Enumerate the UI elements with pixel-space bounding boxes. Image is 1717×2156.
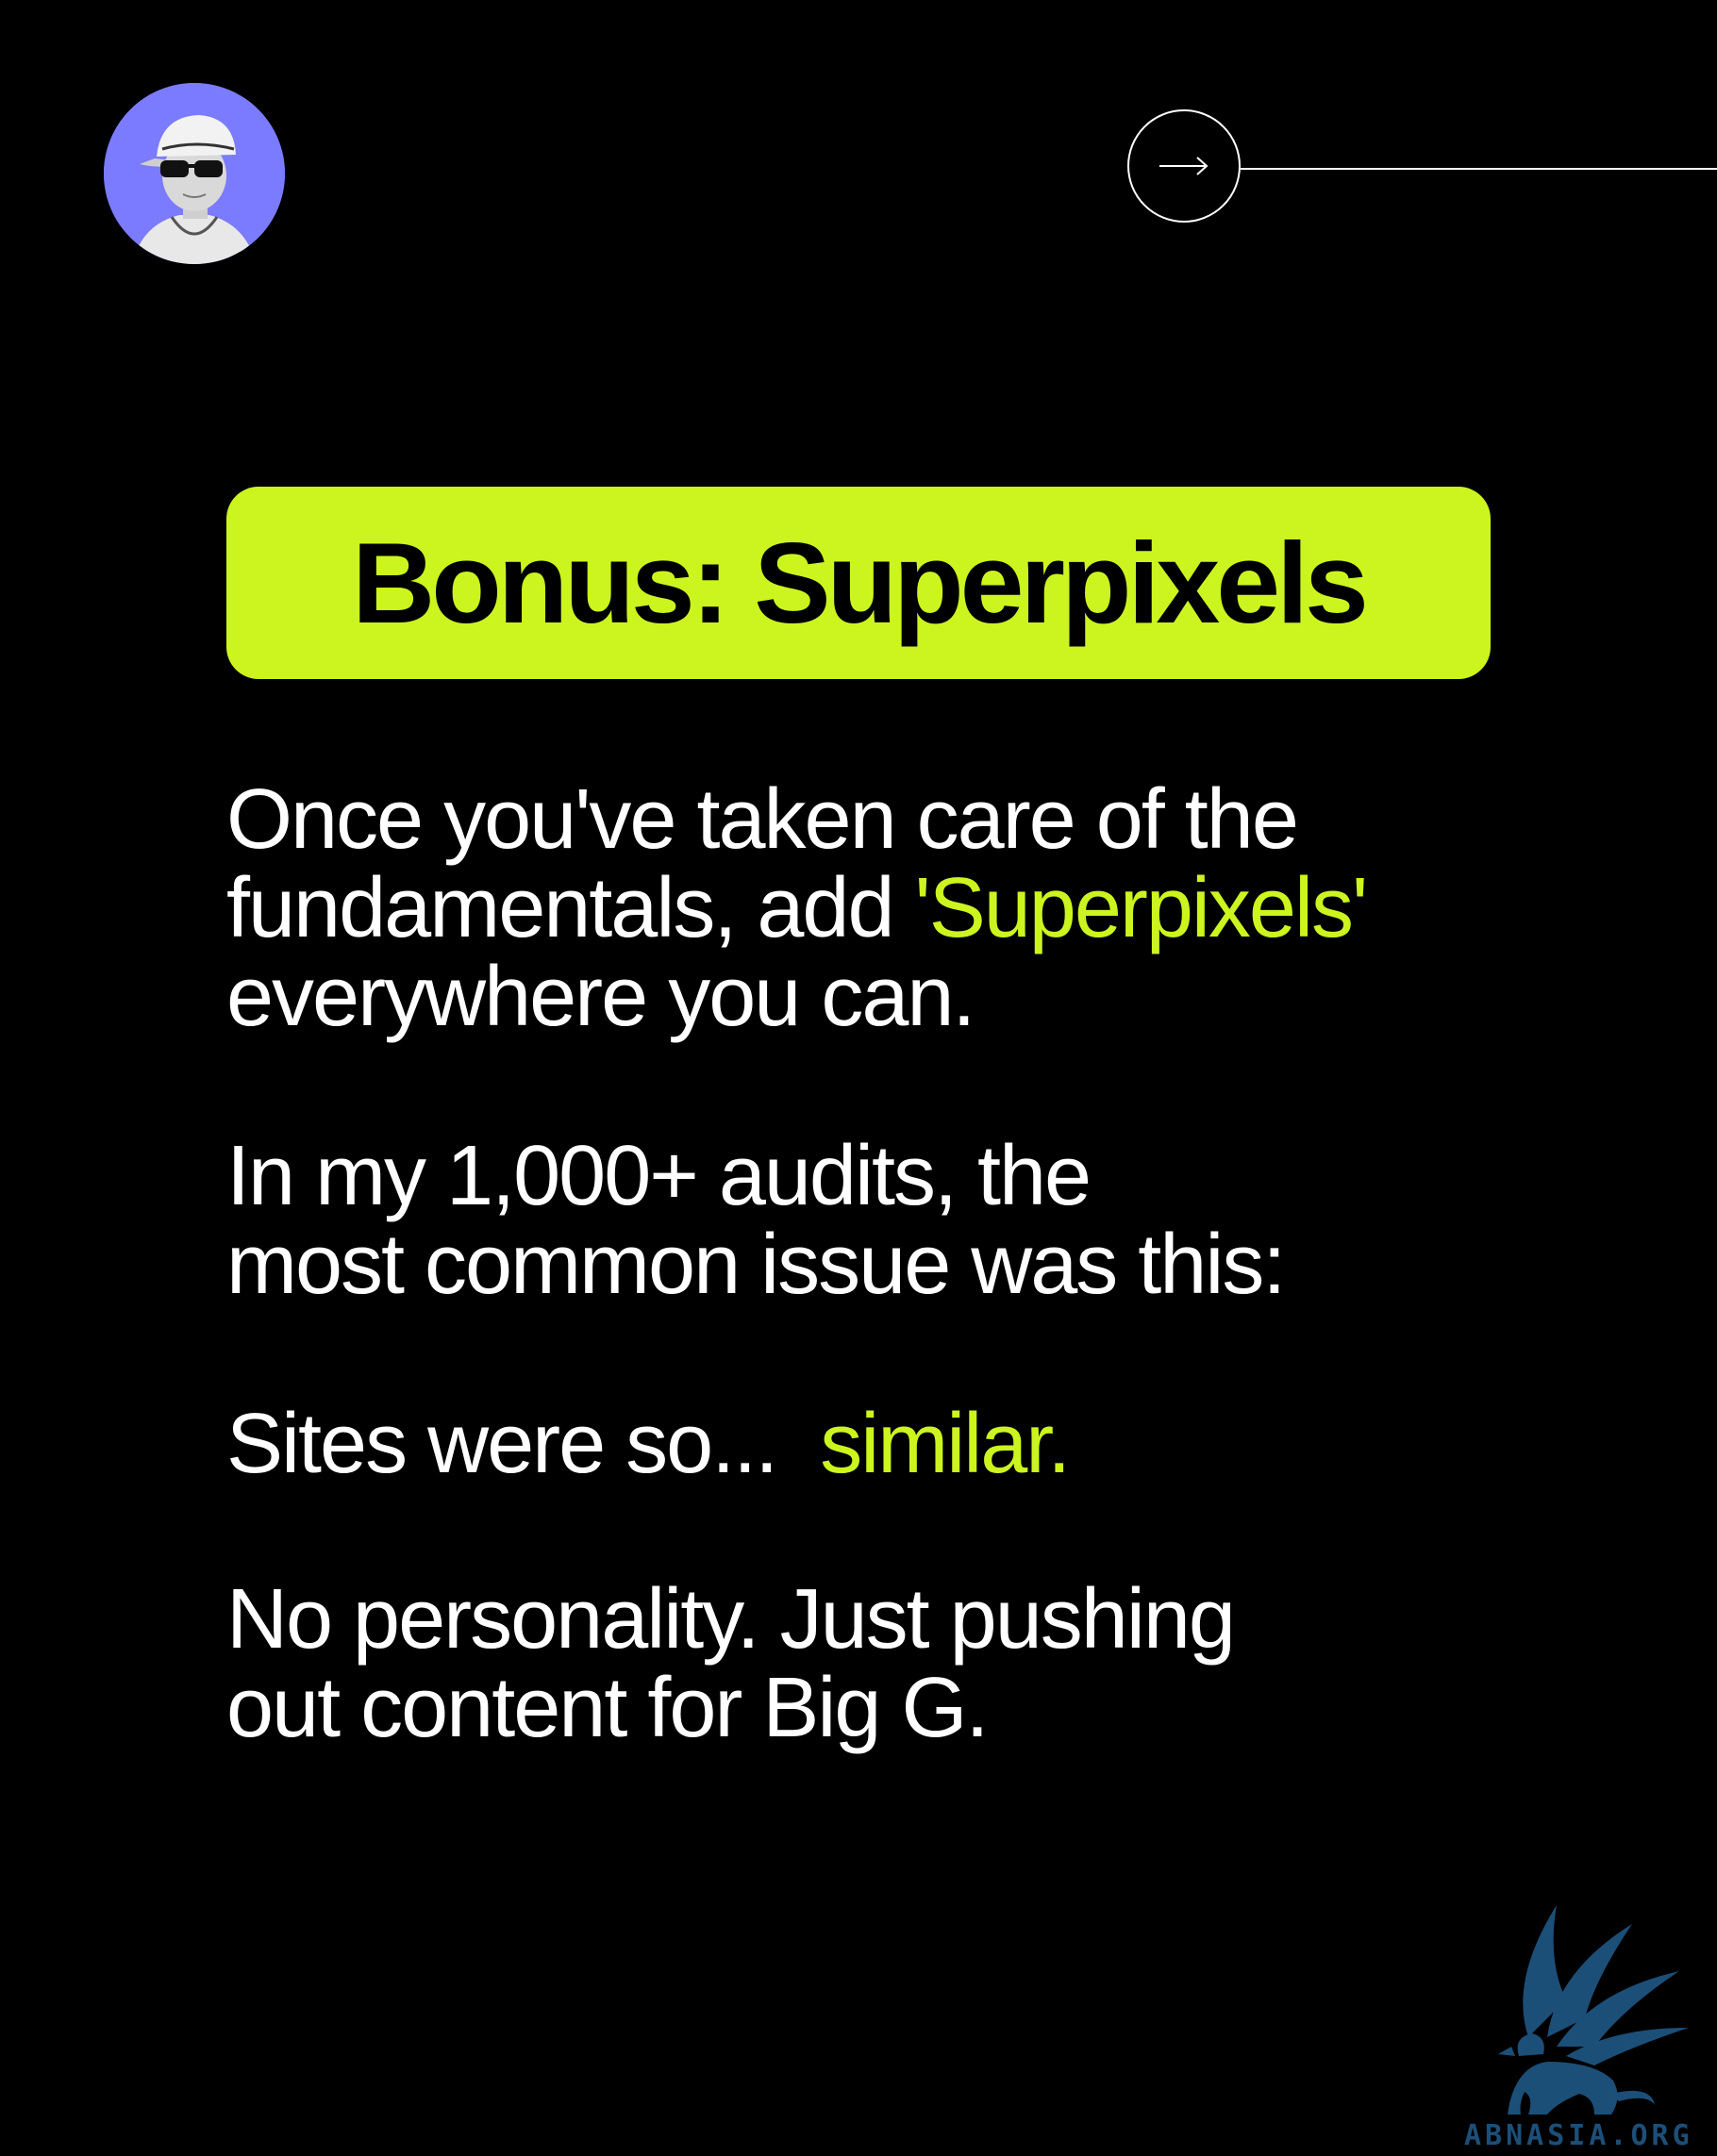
progress-line xyxy=(1241,168,1717,170)
paragraph-similar: Sites were so... similar. xyxy=(226,1400,1528,1488)
watermark-logo xyxy=(1453,1896,1717,2122)
highlight-similar: similar. xyxy=(820,1397,1071,1491)
text-line: fundamentals, add 'Superpixels' xyxy=(226,864,1528,953)
profile-photo xyxy=(104,83,285,264)
text-line: In my 1,000+ audits, the xyxy=(226,1129,1092,1223)
griffin-logo xyxy=(1498,1905,1689,2115)
watermark-text: ABNASIA.ORG xyxy=(1464,2119,1693,2152)
paragraph-audits: In my 1,000+ audits, the most common iss… xyxy=(226,1132,1528,1309)
text-line: Sites were so... similar. xyxy=(226,1400,1528,1488)
title-badge: Bonus: Superpixels xyxy=(226,487,1491,679)
paragraph-intro: Once you've taken care of the fundamenta… xyxy=(226,775,1528,1041)
arrow-right-icon xyxy=(1159,157,1209,175)
highlight-superpixels: 'Superpixels' xyxy=(914,861,1369,955)
paragraph-personality: No personality. Just pushing out content… xyxy=(226,1575,1528,1752)
text-line: most common issue was this: xyxy=(226,1218,1286,1312)
avatar xyxy=(104,83,285,264)
next-slide-button[interactable] xyxy=(1127,109,1241,223)
page-title: Bonus: Superpixels xyxy=(352,519,1369,647)
text-line: out content for Big G. xyxy=(226,1661,989,1755)
text-fragment: Sites were so... xyxy=(226,1397,821,1491)
text-fragment: fundamentals, add xyxy=(226,861,915,955)
text-line: everywhere you can. xyxy=(226,950,975,1044)
text-line: No personality. Just pushing xyxy=(226,1572,1236,1667)
text-line: Once you've taken care of the xyxy=(226,772,1299,867)
